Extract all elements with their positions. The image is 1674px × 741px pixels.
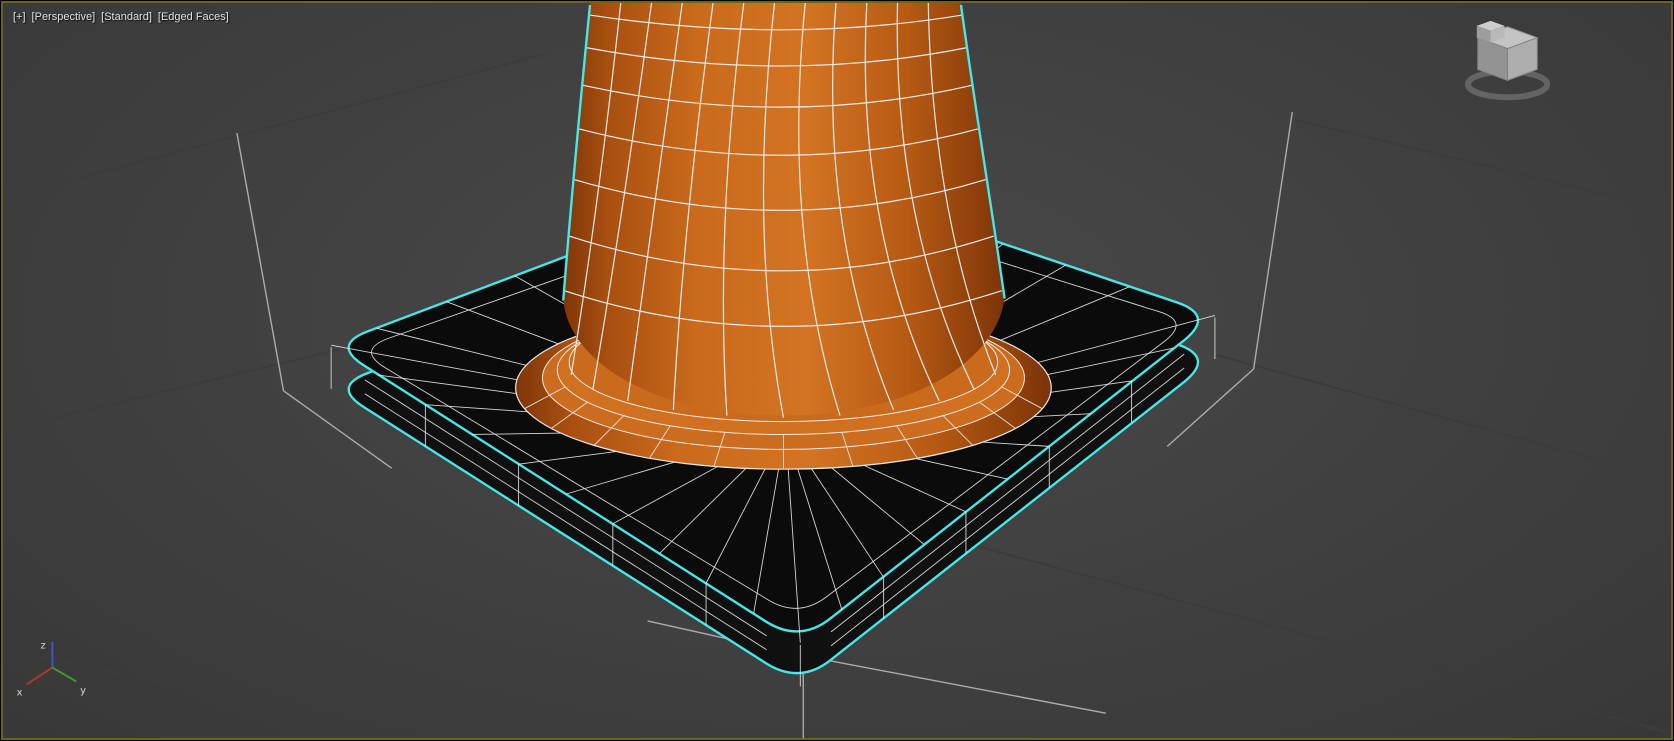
viewcube[interactable] [1464,20,1551,101]
x-axis-line [26,666,53,686]
viewport-pov-menu[interactable]: [Perspective] [32,11,96,24]
viewport-general-menu[interactable]: [+] [13,11,26,24]
perspective-viewport[interactable]: [+] [Perspective] [Standard] [Edged Face… [1,1,1673,740]
world-axis-gizmo: z x y [17,641,86,699]
viewport-renderer-menu[interactable]: [Standard] [101,11,152,24]
y-axis-line [51,666,77,683]
z-axis-label: z [41,641,46,652]
viewport-shading-menu[interactable]: [Edged Faces] [158,11,229,24]
x-axis-label: x [17,687,23,698]
y-axis-label: y [80,685,86,696]
application-frame: [+] [Perspective] [Standard] [Edged Face… [0,0,1674,741]
viewport-label: [+] [Perspective] [Standard] [Edged Face… [13,11,229,24]
viewport-canvas[interactable]: z x y [3,3,1671,738]
cone-body [563,3,1005,416]
